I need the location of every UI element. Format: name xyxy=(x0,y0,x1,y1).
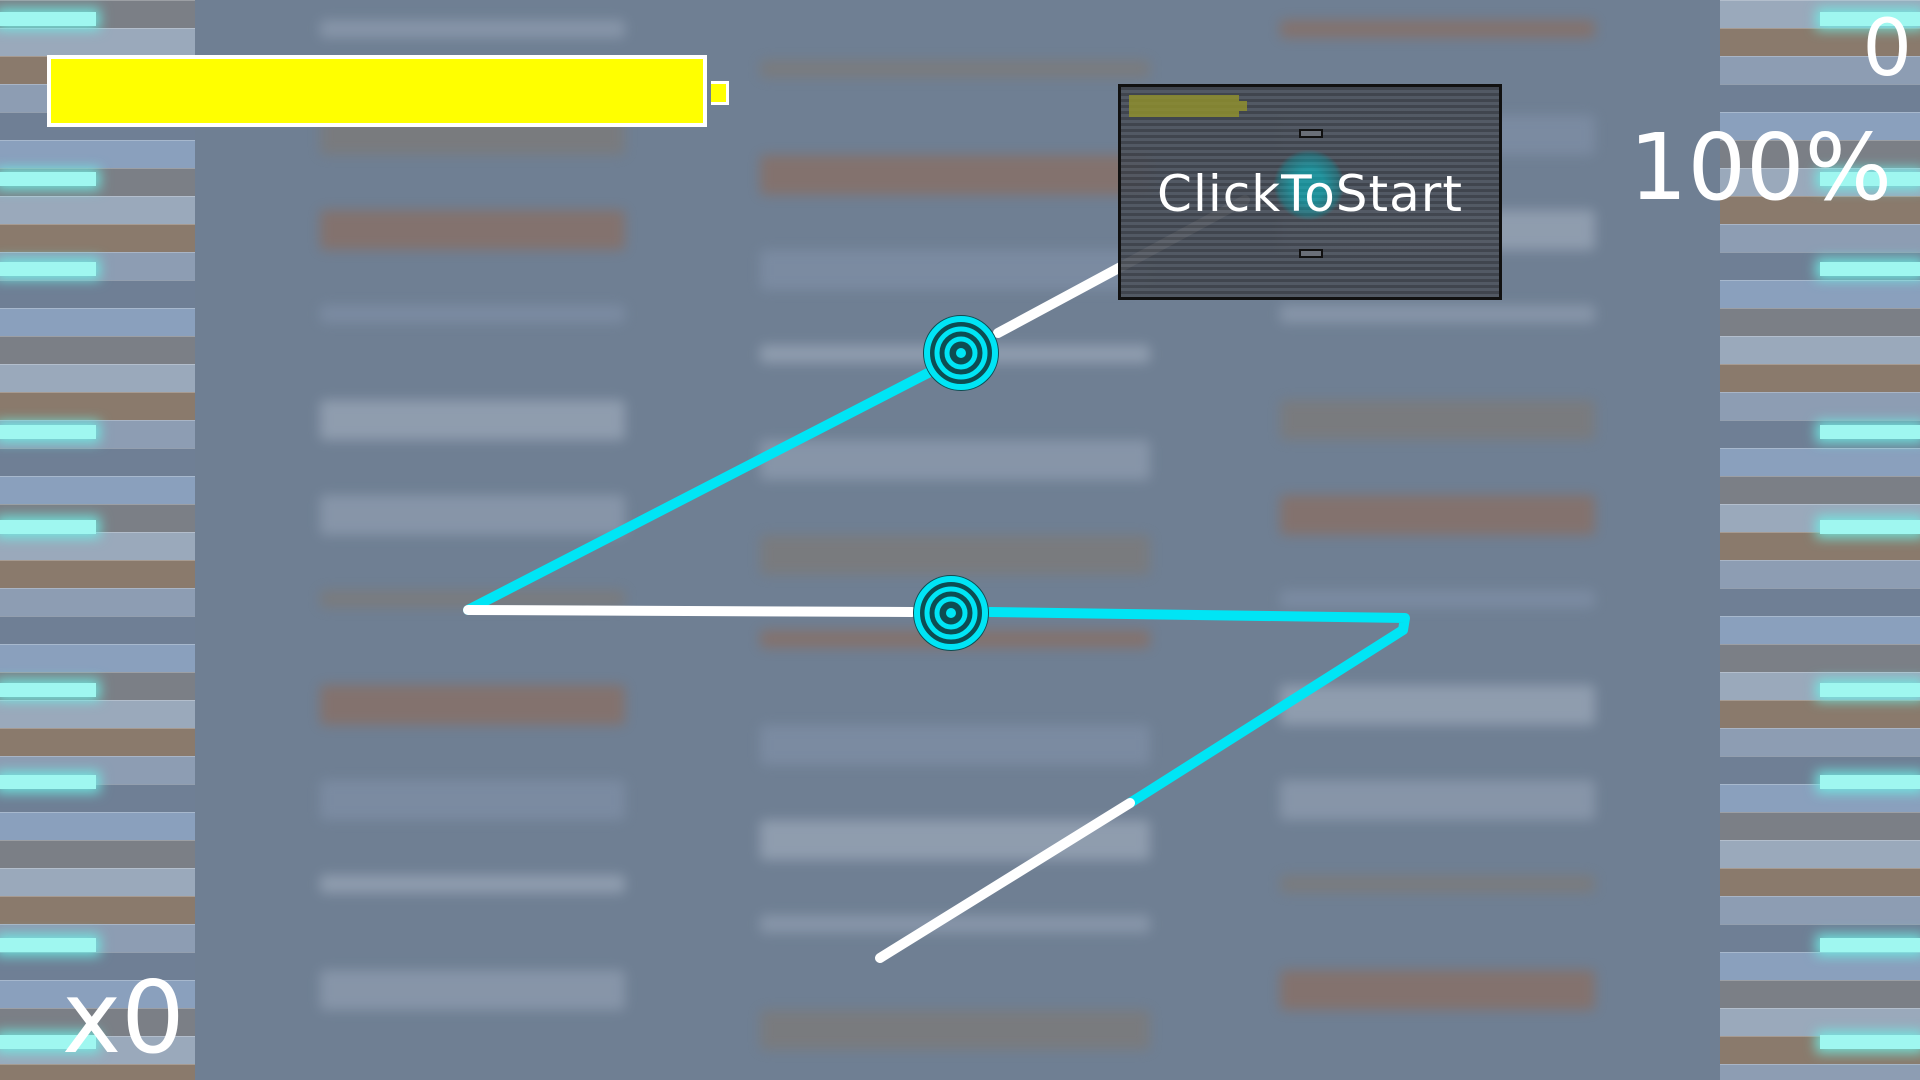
click-to-start-label: ClickToStart xyxy=(1157,165,1463,223)
health-bar-cap xyxy=(711,81,729,105)
preview-health-bar-cap xyxy=(1239,101,1247,111)
preview-health-bar xyxy=(1129,95,1239,117)
health-bar xyxy=(47,55,707,127)
track-segment-cyan-middle xyxy=(985,607,1410,808)
preview-tick-bottom xyxy=(1299,249,1323,258)
hit-target-middle-center xyxy=(946,608,956,618)
combo-counter: x0 xyxy=(62,959,185,1076)
game-stage[interactable]: 0 100% x0 ClickToStart xyxy=(0,0,1920,1080)
hit-target-upper[interactable] xyxy=(923,315,999,391)
score-counter: 0 xyxy=(1862,4,1912,94)
hit-target-upper-center xyxy=(956,348,966,358)
track-segment-cyan-upper xyxy=(463,367,935,615)
click-to-start-panel[interactable]: ClickToStart xyxy=(1118,84,1502,300)
track-segment-white-bottom xyxy=(875,798,1135,963)
hit-target-middle[interactable] xyxy=(913,575,989,651)
preview-tick-top xyxy=(1299,129,1323,138)
accuracy-percent: 100% xyxy=(1628,114,1892,221)
track-segment-white-middle xyxy=(463,605,917,617)
